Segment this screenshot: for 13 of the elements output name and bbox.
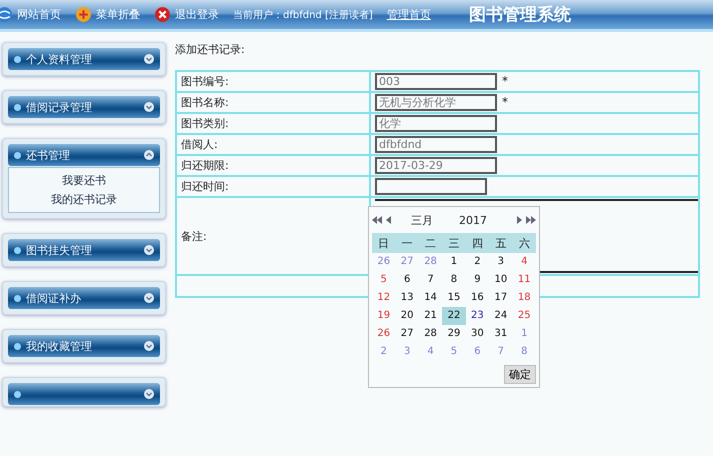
field-label: 归还期限: <box>181 159 229 172</box>
weekday-header: 日 一 二 三 四 五 六 <box>372 233 536 253</box>
current-user-text: 当前用户：dfbfdnd [注册读者] <box>233 8 373 22</box>
system-title: 图书管理系统 <box>468 4 571 26</box>
field-label: 图书类别: <box>181 117 229 130</box>
field-label: 归还时间: <box>181 180 229 193</box>
required-mark: * <box>502 74 508 88</box>
required-mark: * <box>502 95 508 109</box>
field-label: 图书编号: <box>181 75 229 88</box>
field-label: 借阅人: <box>181 138 218 151</box>
form-heading: 添加还书记录: <box>175 42 246 58</box>
field-label: 备注: <box>181 230 207 242</box>
field-label: 图书名称: <box>181 96 229 109</box>
